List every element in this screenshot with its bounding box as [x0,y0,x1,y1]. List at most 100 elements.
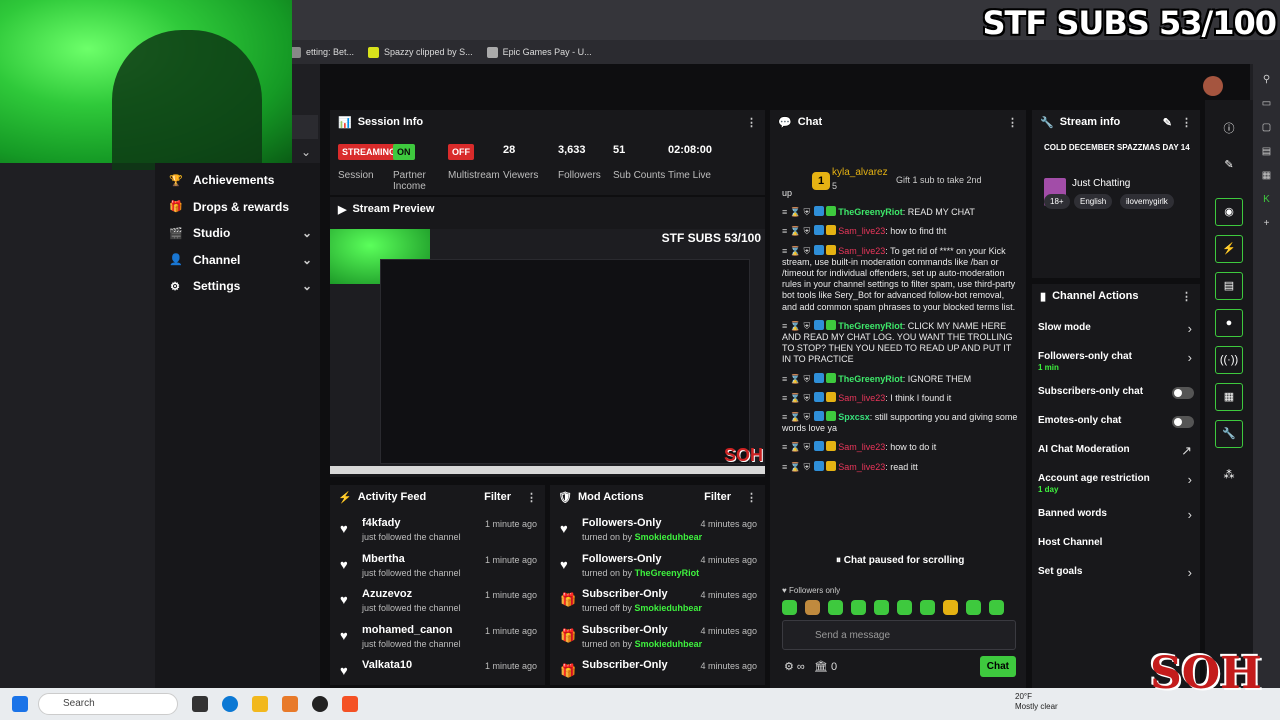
top-gifter-name[interactable]: kyla_alvarez [832,167,888,178]
avatar[interactable] [1203,76,1223,96]
stream-tag[interactable]: 18+ [1044,194,1070,209]
kick-icon[interactable]: K [1260,194,1273,205]
external-link-icon[interactable]: ↗ [1181,443,1192,459]
weather-widget[interactable]: 20°F Mostly clear [1015,692,1058,712]
chevron-down-icon[interactable]: ⌄ [302,226,312,240]
sidebar-item-settings[interactable]: ⚙ Settings ⌄ [155,273,320,300]
sidebar-item-achievements[interactable]: 🏆 Achievements [155,167,320,194]
pin-icon[interactable]: ⚲ [1260,74,1273,85]
chat-username[interactable]: TheGreenyRiot [838,374,903,384]
list-item[interactable]: ♥ Azuzevoz just followed the channel 1 minu… [330,584,545,620]
windows-start-icon[interactable] [12,696,28,712]
share-icon[interactable]: ⁂ [1215,462,1243,490]
filter-button[interactable]: Filter [484,491,511,503]
list-item[interactable]: ♥ f4kfady just followed the channel 1 minut… [330,513,545,549]
emote-icon[interactable] [989,600,1004,615]
gift-sub-prompt[interactable]: Gift 1 sub to take 2nd [896,175,982,185]
filter-button[interactable]: Filter [704,491,731,503]
emote-icon[interactable] [943,600,958,615]
channel-action-ai-chat-moderation[interactable]: AI Chat Moderation ↗ [1032,436,1200,465]
sidebar-item-studio[interactable]: 🎬 Studio ⌄ [155,220,320,247]
book-icon[interactable]: ▦ [1260,170,1273,181]
emote-icon[interactable] [874,600,889,615]
chevron-down-icon[interactable]: ⌄ [302,279,312,293]
broadcast-icon[interactable]: ((·)) [1215,346,1243,374]
folder-icon[interactable] [252,696,268,712]
more-options-icon[interactable] [526,491,537,504]
emote-icon[interactable] [920,600,935,615]
camera-icon[interactable]: ◉ [1215,198,1243,226]
nav-selected-item[interactable] [292,115,318,139]
emote-icon[interactable] [897,600,912,615]
more-options-icon[interactable] [746,116,757,129]
bookmark-item[interactable]: Epic Games Pay - U... [486,46,592,58]
channel-action-emotes-only-chat[interactable]: Emotes-only chat [1032,407,1200,436]
mod-tools-icon[interactable]: ≡ ⌛ ⛨ [782,393,810,403]
brave-icon[interactable] [342,696,358,712]
stream-tag[interactable]: ilovemygirlk [1120,194,1174,209]
chat-username[interactable]: Sam_live23 [838,442,885,452]
chat-username[interactable]: TheGreenyRiot [838,207,903,217]
more-options-icon[interactable] [1181,290,1192,303]
chat-message[interactable]: up [782,188,1020,199]
mod-tools-icon[interactable]: ≡ ⌛ ⛨ [782,374,810,384]
mod-tools-icon[interactable]: ≡ ⌛ ⛨ [782,321,810,331]
mod-tools-icon[interactable]: ≡ ⌛ ⛨ [782,207,810,217]
edit-icon[interactable]: ✎ [1163,116,1172,129]
chat-paused-banner[interactable]: ⏸ Chat paused for scrolling [832,553,969,568]
mod-tools-icon[interactable]: ≡ ⌛ ⛨ [782,412,810,422]
channel-action-subscribers-only-chat[interactable]: Subscribers-only chat [1032,378,1200,407]
list-item[interactable]: ♥ Followers-Only turned on by Smokieduhbea… [550,513,765,549]
wrench-icon[interactable]: 🔧 [1215,420,1243,448]
chevron-right-icon[interactable]: › [1188,472,1192,487]
info-icon[interactable]: ⓘ [1215,116,1243,144]
chat-tools[interactable]: ⚙ ∞ 🏛 0 [784,660,837,673]
list-item[interactable]: 🎁 Subscriber-Only 4 minutes ago [550,655,765,691]
more-options-icon[interactable] [1181,116,1192,129]
list-item[interactable]: 🎁 Subscriber-Only turned on by Smokieduhbe… [550,620,765,656]
list-item[interactable]: ♥ mohamed_canon just followed the channel 1… [330,620,545,656]
send-chat-button[interactable]: Chat [979,656,1016,677]
chat-username[interactable]: Sam_live23 [838,246,885,256]
edge-icon[interactable] [222,696,238,712]
channel-action-account-age-restriction[interactable]: Account age restriction 1 day › [1032,465,1200,500]
tv-icon[interactable]: ▭ [1260,98,1273,109]
more-options-icon[interactable] [746,491,757,504]
mod-tools-icon[interactable]: ≡ ⌛ ⛨ [782,226,810,236]
bookmark-item[interactable]: Spazzy clipped by S... [368,46,473,58]
chat-message[interactable]: ≡ ⌛ ⛨ TheGreenyRiot: IGNORE THEM [782,372,1020,385]
plus-icon[interactable]: + [1260,218,1273,229]
chat-input[interactable]: Send a message [782,620,1016,650]
chat-message[interactable]: ≡ ⌛ ⛨ Sam_live23: I think I found it [782,391,1020,404]
more-options-icon[interactable] [1007,116,1018,129]
emote-icon[interactable] [828,600,843,615]
mod-tools-icon[interactable]: ≡ ⌛ ⛨ [782,442,810,452]
pencil-icon[interactable]: ✎ [1215,152,1243,180]
app-icon[interactable] [282,696,298,712]
chevron-down-icon[interactable]: ⌄ [301,145,311,159]
emote-icon[interactable] [782,600,797,615]
chat-username[interactable]: TheGreenyRiot [838,321,903,331]
chevron-right-icon[interactable]: › [1188,321,1192,336]
channel-action-host-channel[interactable]: Host Channel [1032,529,1200,558]
channel-action-followers-only-chat[interactable]: Followers-only chat 1 min › [1032,343,1200,378]
stream-tag[interactable]: English [1074,194,1113,209]
chat-message[interactable]: ≡ ⌛ ⛨ TheGreenyRiot: CLICK MY NAME HERE A… [782,319,1020,366]
emote-icon[interactable] [805,600,820,615]
taskbar-search[interactable]: Search [38,693,178,715]
sidebar-item-drops-rewards[interactable]: 🎁 Drops & rewards [155,194,320,221]
obs-icon[interactable] [312,696,328,712]
chat-message[interactable]: ≡ ⌛ ⛨ TheGreenyRiot: READ MY CHAT [782,206,1020,218]
toggle-switch[interactable] [1172,387,1194,399]
document-icon[interactable]: ▤ [1215,272,1243,300]
bookmark-item[interactable]: etting: Bet... [290,46,354,58]
chat-message[interactable]: ≡ ⌛ ⛨ Sam_live23: read itt [782,460,1020,473]
list-item[interactable]: ♥ Valkata10 1 minute ago [330,655,545,691]
bookmark-icon[interactable]: ▢ [1260,122,1273,133]
chat-username[interactable]: Sam_live23 [838,226,885,236]
chevron-right-icon[interactable]: › [1188,565,1192,580]
chat-username[interactable]: Sam_live23 [838,462,885,472]
task-view-icon[interactable] [192,696,208,712]
stream-preview-video[interactable]: STF SUBS 53/100 SOH [330,229,765,474]
chat-message[interactable]: ≡ ⌛ ⛨ Sam_live23: how to do it [782,441,1020,453]
